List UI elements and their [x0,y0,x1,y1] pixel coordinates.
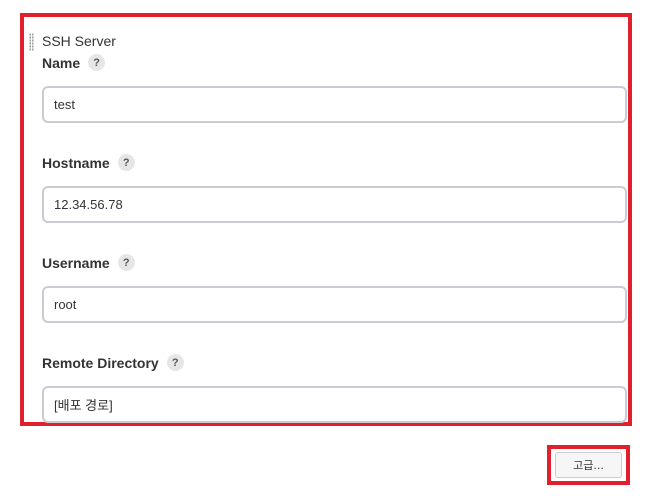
username-label-text: Username [42,254,110,271]
remote-directory-label-text: Remote Directory [42,354,159,371]
remote-directory-label: Remote Directory ? [42,354,184,371]
name-label: Name ? [42,54,106,71]
remote-directory-help-icon[interactable]: ? [166,354,184,371]
advanced-button-highlight: 고급... [547,445,630,485]
remote-directory-input[interactable] [42,386,627,423]
name-help-icon[interactable]: ? [88,54,106,71]
name-label-text: Name [42,54,81,71]
advanced-button[interactable]: 고급... [555,452,622,478]
username-input[interactable] [42,286,627,323]
section-title: SSH Server [42,33,116,49]
username-help-icon[interactable]: ? [117,254,135,271]
hostname-input[interactable] [42,186,627,223]
name-input[interactable] [42,86,627,123]
hostname-label-text: Hostname [42,154,110,171]
username-label: Username ? [42,254,135,271]
ssh-server-section: SSH Server Name ? Hostname ? Username ? … [20,13,632,426]
hostname-help-icon[interactable]: ? [117,154,135,171]
hostname-label: Hostname ? [42,154,135,171]
drag-handle-icon[interactable] [29,33,34,51]
